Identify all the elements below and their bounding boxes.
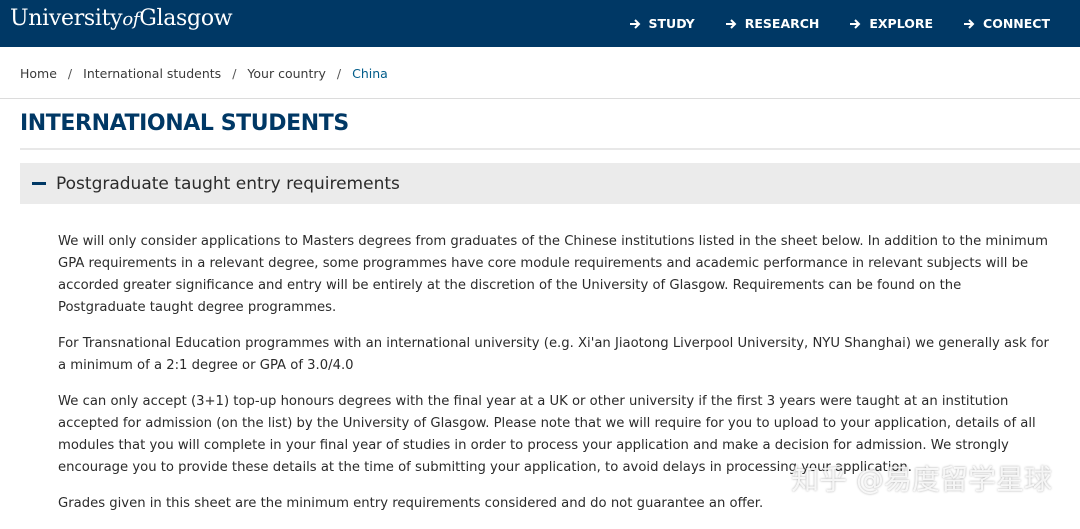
arrow-right-icon [850, 18, 861, 29]
divider [0, 98, 1080, 99]
university-logo[interactable]: UniversityofGlasgow [10, 6, 233, 31]
paragraph: We will only consider applications to Ma… [58, 234, 1048, 315]
breadcrumb-home[interactable]: Home [20, 66, 57, 81]
watermark: 知乎 @易度留学星球 [791, 463, 1052, 496]
nav-study-label: STUDY [648, 16, 695, 31]
arrow-right-icon [629, 18, 640, 29]
accordion-title: Postgraduate taught entry requirements [56, 173, 400, 194]
logo-text-of: of [122, 9, 140, 30]
main-nav: STUDY RESEARCH EXPLORE CONNECT [599, 0, 1050, 47]
accordion-toggle[interactable]: Postgraduate taught entry requirements [20, 163, 1080, 204]
paragraph: For Transnational Education programmes w… [58, 336, 1049, 373]
nav-connect-label: CONNECT [983, 16, 1050, 31]
breadcrumb-separator: / [67, 66, 73, 81]
arrow-right-icon [725, 18, 737, 29]
breadcrumb-separator: / [336, 66, 342, 81]
divider [20, 148, 1080, 150]
nav-connect[interactable]: CONNECT [963, 16, 1050, 31]
nav-research[interactable]: RESEARCH [725, 16, 820, 31]
breadcrumb-china[interactable]: China [352, 66, 388, 81]
nav-explore-label: EXPLORE [869, 16, 934, 31]
arrow-right-icon [964, 18, 975, 29]
breadcrumb-separator: / [232, 66, 237, 81]
logo-text-university: University [10, 6, 123, 31]
minus-icon [32, 182, 46, 185]
breadcrumb: Home / International students / Your cou… [20, 66, 388, 81]
logo-text-glasgow: Glasgow [139, 6, 233, 31]
page-title: INTERNATIONAL STUDENTS [20, 111, 349, 136]
nav-research-label: RESEARCH [744, 16, 820, 31]
breadcrumb-international-students[interactable]: International students [83, 66, 221, 81]
site-header: UniversityofGlasgow STUDY RESEARCH EXPLO… [0, 0, 1080, 47]
nav-study[interactable]: STUDY [629, 16, 695, 31]
nav-explore[interactable]: EXPLORE [849, 16, 933, 31]
breadcrumb-your-country[interactable]: Your country [247, 66, 325, 81]
